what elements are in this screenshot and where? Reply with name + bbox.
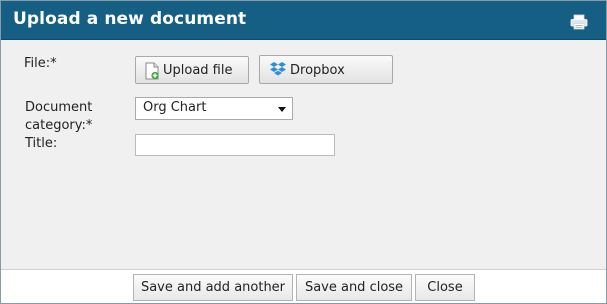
chevron-down-icon [278, 107, 286, 112]
dropbox-label: Dropbox [290, 63, 345, 78]
document-category-select[interactable]: Org Chart [135, 97, 293, 120]
file-label: File:* [24, 56, 57, 71]
upload-file-label: Upload file [163, 63, 233, 78]
save-and-close-button[interactable]: Save and close [296, 274, 412, 301]
dialog-titlebar: Upload a new document [1, 1, 606, 40]
upload-file-button[interactable]: Upload file [135, 56, 249, 84]
dialog-title: Upload a new document [13, 9, 247, 29]
upload-document-dialog: Upload a new document File:* Upload file… [0, 0, 607, 304]
title-input[interactable] [135, 134, 335, 156]
dropbox-icon [270, 62, 286, 76]
category-selected-value: Org Chart [143, 100, 207, 115]
dialog-footer: Save and add another Save and close Clos… [1, 269, 606, 303]
category-label-line2: category:* [25, 118, 93, 133]
print-icon[interactable] [570, 14, 588, 30]
document-add-icon [145, 62, 159, 80]
close-button[interactable]: Close [415, 274, 475, 301]
title-label: Title: [25, 136, 58, 151]
dropbox-button[interactable]: Dropbox [259, 55, 393, 84]
category-label-line1: Document [25, 100, 93, 115]
save-and-add-another-button[interactable]: Save and add another [133, 274, 293, 301]
